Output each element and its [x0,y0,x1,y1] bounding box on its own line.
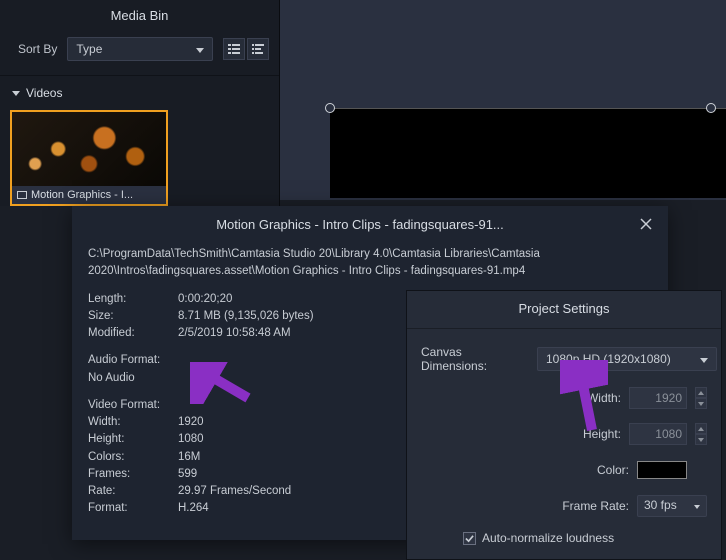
width-label: Width: [88,414,178,431]
file-path: C:\ProgramData\TechSmith\Camtasia Studio… [88,246,568,281]
thumbnail-image [12,112,166,186]
sort-by-label: Sort By [18,42,57,56]
auto-normalize-row[interactable]: Auto-normalize loudness [421,531,707,545]
color-swatch[interactable] [637,461,687,479]
view-detail-button[interactable] [247,38,269,60]
close-button[interactable] [636,214,656,234]
project-settings-body: Canvas Dimensions: 1080p HD (1920x1080) … [407,329,721,559]
detail-icon [251,42,265,56]
format-value: H.264 [178,500,209,517]
media-bin-panel: Media Bin Sort By Type Videos Motion Gra… [0,0,280,206]
frame-rate-label: Frame Rate: [421,499,629,513]
width-setting-label: Width: [421,391,621,405]
spinner-down-icon[interactable] [695,398,707,409]
height-label: Height: [88,431,178,448]
caret-down-icon [12,91,20,96]
frame-rate-value: 30 fps [644,498,677,512]
canvas-dimensions-select[interactable]: 1080p HD (1920x1080) [537,347,717,371]
frame-rate-select[interactable]: 30 fps [637,495,707,517]
media-thumbnail[interactable]: Motion Graphics - I... [10,110,168,206]
modified-label: Modified: [88,325,178,342]
colors-label: Colors: [88,449,178,466]
format-label: Format: [88,500,178,517]
properties-header: Motion Graphics - Intro Clips - fadingsq… [72,206,668,242]
width-spinner[interactable] [695,387,707,409]
canvas-area [280,0,726,200]
size-value: 8.71 MB (9,135,026 bytes) [178,308,314,325]
length-label: Length: [88,291,178,308]
videos-section-header[interactable]: Videos [0,76,279,108]
canvas-preview[interactable] [330,108,726,198]
width-input[interactable] [629,387,687,409]
canvas-dimensions-value: 1080p HD (1920x1080) [546,352,671,366]
resize-handle-right[interactable] [706,103,716,113]
sort-by-select[interactable]: Type [67,37,213,61]
audio-format-value: No Audio [88,370,178,387]
list-icon [227,42,241,56]
auto-normalize-checkbox[interactable] [463,532,476,545]
video-badge-icon [17,191,27,199]
rate-value: 29.97 Frames/Second [178,483,291,500]
view-list-button[interactable] [223,38,245,60]
close-icon [640,218,652,230]
height-setting-label: Height: [421,427,621,441]
canvas-dimensions-label: Canvas Dimensions: [421,345,529,373]
sort-by-value: Type [76,42,102,56]
thumbnail-label-row: Motion Graphics - I... [12,186,166,204]
thumbnail-label: Motion Graphics - I... [31,189,133,201]
resize-handle-left[interactable] [325,103,335,113]
project-settings-panel: Project Settings Canvas Dimensions: 1080… [406,290,722,560]
spinner-up-icon[interactable] [695,423,707,434]
spinner-down-icon[interactable] [695,434,707,445]
frames-label: Frames: [88,466,178,483]
spinner-up-icon[interactable] [695,387,707,398]
rate-label: Rate: [88,483,178,500]
width-value: 1920 [178,414,204,431]
sort-row: Sort By Type [0,33,279,76]
videos-section-label: Videos [26,86,62,100]
view-buttons [223,38,269,60]
auto-normalize-label: Auto-normalize loudness [482,531,614,545]
modified-value: 2/5/2019 10:58:48 AM [178,325,291,342]
length-value: 0:00:20;20 [178,291,232,308]
project-settings-title: Project Settings [407,291,721,329]
height-value: 1080 [178,431,204,448]
height-input[interactable] [629,423,687,445]
check-icon [465,534,474,543]
color-setting-label: Color: [421,463,629,477]
properties-title: Motion Graphics - Intro Clips - fadingsq… [84,217,636,232]
media-bin-title: Media Bin [0,0,279,33]
video-format-label: Video Format: [88,397,178,414]
frames-value: 599 [178,466,197,483]
colors-value: 16M [178,449,200,466]
size-label: Size: [88,308,178,325]
height-spinner[interactable] [695,423,707,445]
audio-format-label: Audio Format: [88,352,178,369]
